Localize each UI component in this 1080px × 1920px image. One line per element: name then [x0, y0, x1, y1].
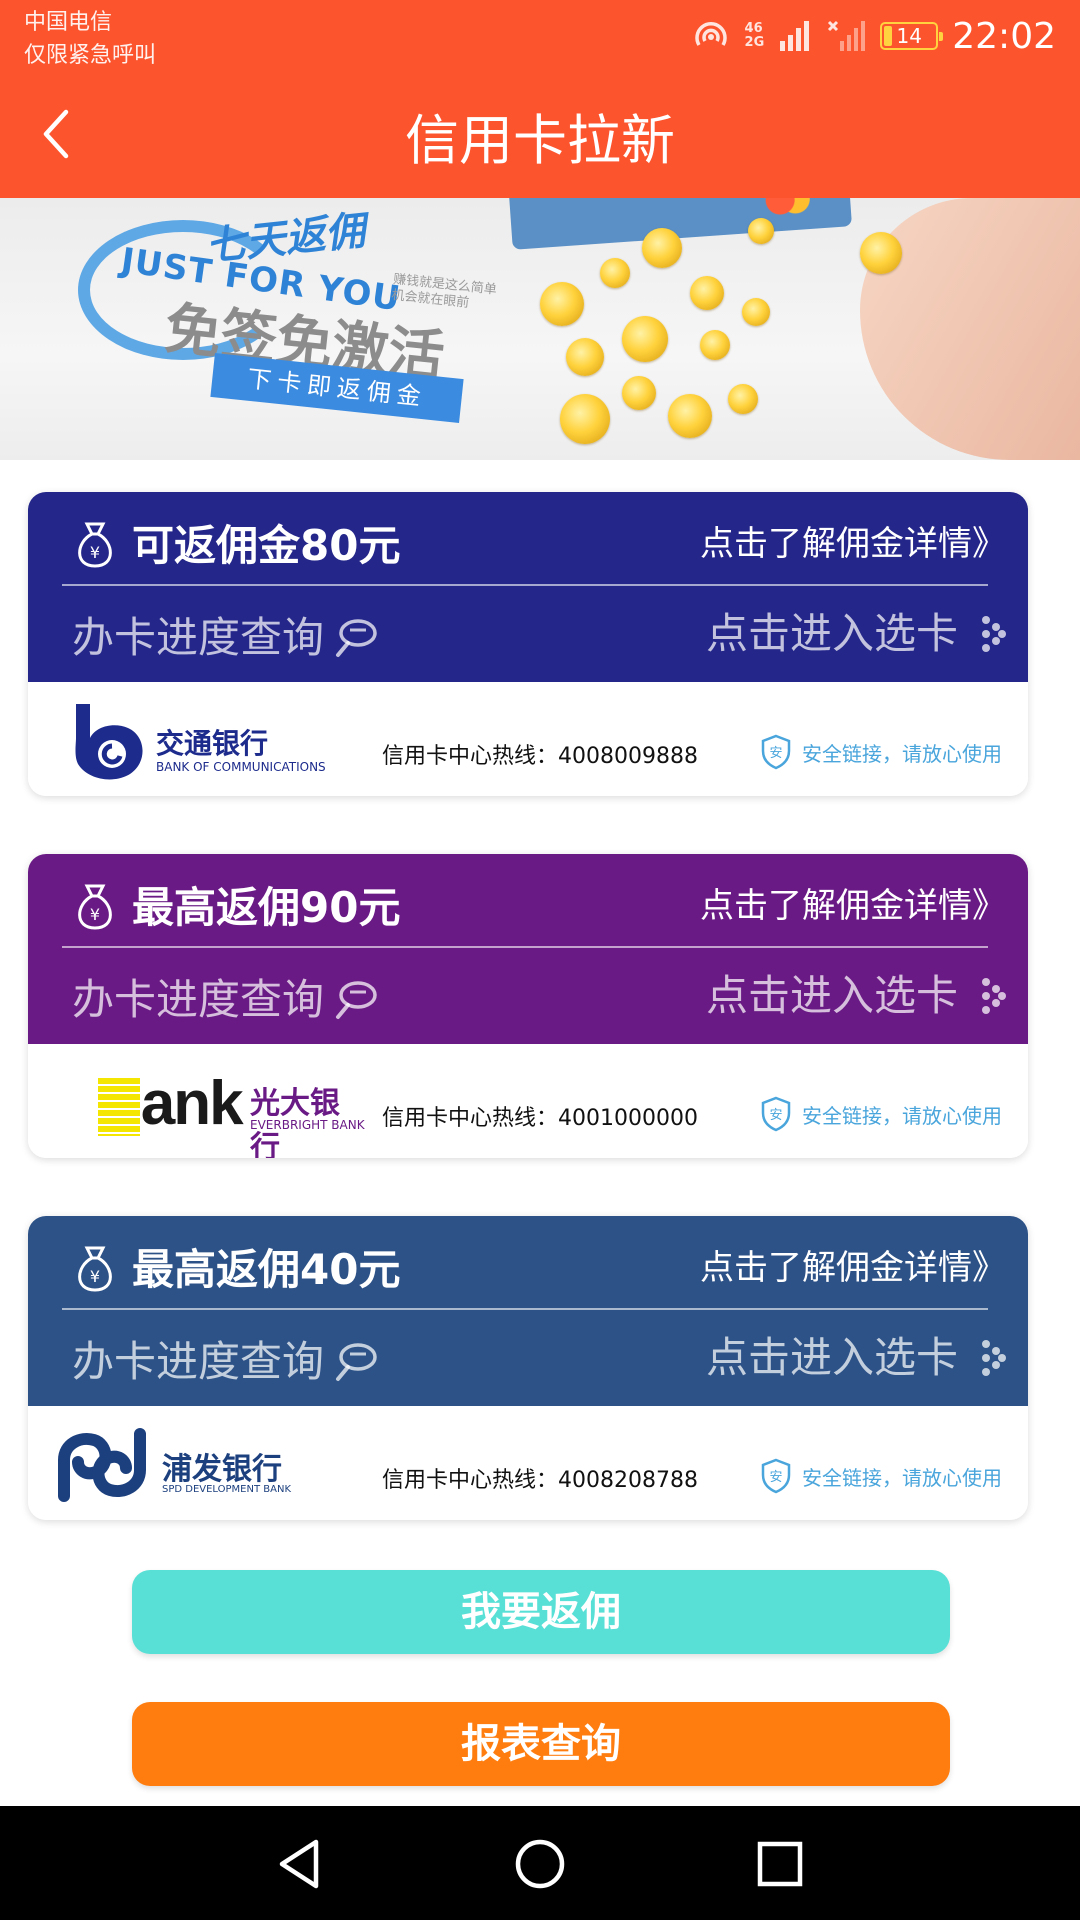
money-bag-icon: ¥	[78, 1246, 112, 1292]
secure-badge: 安 安全链接，请放心使用	[760, 734, 1002, 770]
svg-text:¥: ¥	[90, 905, 100, 924]
divider	[62, 946, 988, 948]
network-type: 46 2G	[745, 22, 765, 50]
card-footer: 浦发银行 SPD DEVELOPMENT BANK 信用卡中心热线：400820…	[28, 1406, 1028, 1520]
commission-amount: 最高返佣40元	[132, 1245, 401, 1294]
commission-amount: 最高返佣90元	[132, 883, 401, 932]
nav-recents-icon[interactable]	[752, 1836, 808, 1892]
shield-icon: 安	[761, 734, 791, 770]
bocom-logo: 交通银行 BANK OF COMMUNICATIONS	[68, 696, 368, 784]
network-type-top: 46	[744, 21, 763, 36]
svg-text:安: 安	[769, 1108, 782, 1123]
bank-card-everbright[interactable]: ¥ 最高返佣90元 点击了解佣金详情》 办卡进度查询 点击进入选卡 Bank 光…	[28, 854, 1028, 1158]
hotspot-icon	[694, 22, 727, 46]
emergency-only-text: 仅限紧急呼叫	[24, 43, 157, 68]
divider	[62, 1308, 988, 1310]
secure-badge: 安 安全链接，请放心使用	[760, 1458, 1002, 1494]
search-icon	[336, 1343, 377, 1381]
commission-amount: 可返佣金80元	[132, 521, 401, 570]
card-footer: Bank 光大银行 EVERBRIGHT BANK 信用卡中心热线：400100…	[28, 1044, 1028, 1158]
card-head: ¥ 可返佣金80元 点击了解佣金详情》 办卡进度查询 点击进入选卡	[28, 492, 1028, 682]
choose-card-label: 点击进入选卡	[705, 1333, 958, 1382]
svg-text:安: 安	[769, 1470, 782, 1485]
shield-icon: 安	[761, 1458, 791, 1494]
battery-icon: 14	[880, 22, 944, 50]
search-icon	[336, 619, 377, 657]
everbright-logo: Bank 光大银行 EVERBRIGHT BANK	[68, 1058, 368, 1158]
bank-card-bocom[interactable]: ¥ 可返佣金80元 点击了解佣金详情》 办卡进度查询 点击进入选卡 交通银行 B…	[28, 492, 1028, 796]
spdb-emblem-icon	[58, 1428, 146, 1502]
commission-detail-link[interactable]: 点击了解佣金详情》	[700, 882, 1006, 930]
choose-card-label: 点击进入选卡	[705, 609, 958, 658]
bank-name-en: SPD DEVELOPMENT BANK	[162, 1484, 292, 1495]
arrow-dots-icon	[982, 1340, 1006, 1376]
progress-query-button[interactable]: 办卡进度查询	[72, 972, 380, 1028]
choose-card-button[interactable]: 点击进入选卡	[706, 606, 1006, 662]
signal-icon	[780, 21, 810, 51]
progress-query-button[interactable]: 办卡进度查询	[72, 1334, 380, 1390]
choose-card-button[interactable]: 点击进入选卡	[706, 1330, 1006, 1386]
nav-home-icon[interactable]	[512, 1836, 568, 1892]
card-head: ¥ 最高返佣90元 点击了解佣金详情》 办卡进度查询 点击进入选卡	[28, 854, 1028, 1044]
ceb-yellow-mark	[98, 1078, 140, 1136]
secure-badge: 安 安全链接，请放心使用	[760, 1096, 1002, 1132]
commission-detail-link[interactable]: 点击了解佣金详情》	[700, 520, 1006, 568]
divider	[62, 584, 988, 586]
report-query-button[interactable]: 报表查询	[132, 1702, 950, 1786]
page-title: 信用卡拉新	[405, 109, 675, 172]
shield-icon: 安	[761, 1096, 791, 1132]
money-bag-icon: ¥	[78, 884, 112, 930]
app-header: 中国电信 仅限紧急呼叫 46 2G 14 22:02 信用卡拉新	[0, 0, 1080, 198]
bank-card-spdb[interactable]: ¥ 最高返佣40元 点击了解佣金详情》 办卡进度查询 点击进入选卡 浦发银行 S…	[28, 1216, 1028, 1520]
progress-query-label: 办卡进度查询	[72, 975, 325, 1024]
bocom-emblem-icon	[75, 704, 143, 780]
secure-text: 安全链接，请放心使用	[802, 1465, 1002, 1490]
svg-text:¥: ¥	[90, 543, 100, 562]
choose-card-label: 点击进入选卡	[705, 971, 958, 1020]
progress-query-label: 办卡进度查询	[72, 1337, 325, 1386]
clock: 22:02	[952, 15, 1056, 57]
choose-card-button[interactable]: 点击进入选卡	[706, 968, 1006, 1024]
hotline-text: 信用卡中心热线：4001000000	[382, 1106, 698, 1131]
hotline-text: 信用卡中心热线：4008208788	[382, 1468, 698, 1493]
nav-back-icon[interactable]	[272, 1836, 328, 1892]
bank-name-cn: 浦发银行	[162, 1452, 282, 1487]
arrow-dots-icon	[982, 616, 1006, 652]
spdb-logo: 浦发银行 SPD DEVELOPMENT BANK	[58, 1420, 368, 1508]
system-nav-bar	[0, 1806, 1080, 1920]
bank-name-en: EVERBRIGHT BANK	[250, 1118, 365, 1132]
network-type-bottom: 2G	[744, 35, 765, 50]
bank-name-cn: 交通银行	[156, 727, 269, 760]
card-head: ¥ 最高返佣40元 点击了解佣金详情》 办卡进度查询 点击进入选卡	[28, 1216, 1028, 1406]
progress-query-button[interactable]: 办卡进度查询	[72, 610, 380, 666]
hotline-text: 信用卡中心热线：4008009888	[382, 744, 698, 769]
status-icons: 46 2G 14 22:02	[691, 14, 1056, 58]
commission-detail-link[interactable]: 点击了解佣金详情》	[700, 1244, 1006, 1292]
carrier-name: 中国电信	[24, 10, 113, 35]
carrier-info: 中国电信 仅限紧急呼叫	[24, 6, 156, 72]
no-signal-icon	[828, 20, 866, 51]
svg-text:安: 安	[769, 746, 782, 761]
bank-name-en: BANK OF COMMUNICATIONS	[156, 760, 326, 774]
money-bag-icon: ¥	[78, 522, 112, 568]
promo-banner[interactable]: 七天返佣 JUST FOR YOU 赚钱就是这么简单 机会就在眼前 免签免激活 …	[0, 198, 1080, 460]
search-icon	[336, 981, 377, 1019]
secure-text: 安全链接，请放心使用	[802, 741, 1002, 766]
secure-text: 安全链接，请放心使用	[802, 1103, 1002, 1128]
arrow-dots-icon	[982, 978, 1006, 1014]
battery-level: 14	[896, 24, 922, 48]
svg-text:¥: ¥	[90, 1267, 100, 1286]
progress-query-label: 办卡进度查询	[72, 613, 325, 662]
card-footer: 交通银行 BANK OF COMMUNICATIONS 信用卡中心热线：4008…	[28, 682, 1028, 796]
request-rebate-button[interactable]: 我要返佣	[132, 1570, 950, 1654]
